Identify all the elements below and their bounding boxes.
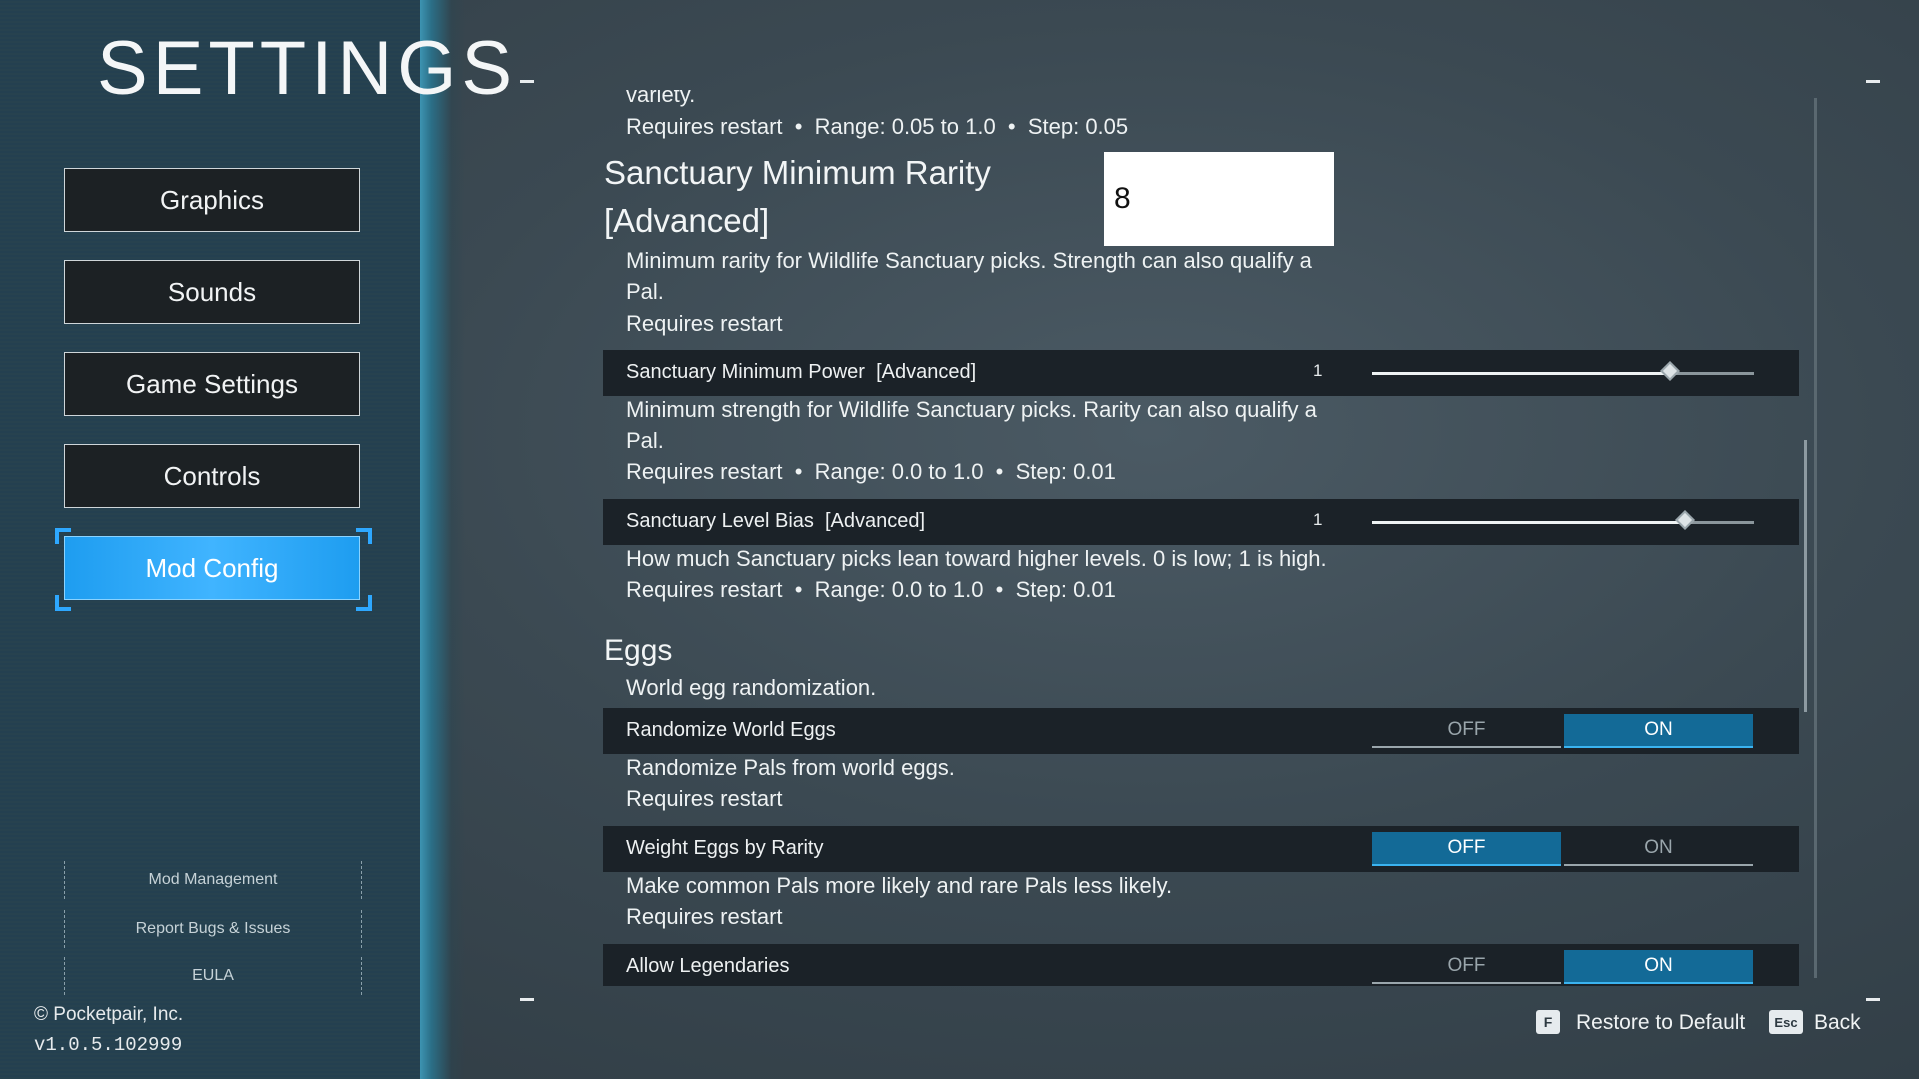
allow-legendaries-off-toggle[interactable]: OFF bbox=[1372, 950, 1561, 984]
power-description: Minimum strength for Wildlife Sanctuary … bbox=[626, 397, 1317, 422]
nav-mod-config-button[interactable]: Mod Config bbox=[64, 536, 360, 600]
setting-meta: Requires restart • Range: 0.05 to 1.0 • … bbox=[626, 114, 1129, 139]
frame-corner-mark bbox=[1866, 998, 1880, 1001]
randomize-eggs-off-toggle[interactable]: OFF bbox=[1372, 714, 1561, 748]
level-bias-description: How much Sanctuary picks lean toward hig… bbox=[626, 546, 1327, 571]
eggs-section-header: Eggs bbox=[604, 634, 673, 667]
selection-corner bbox=[55, 528, 71, 544]
power-description-cont: Pal. bbox=[626, 428, 664, 453]
f-key-icon: F bbox=[1536, 1010, 1560, 1034]
mod-management-button[interactable]: Mod Management bbox=[64, 861, 362, 899]
level-bias-slider-handle[interactable] bbox=[1675, 510, 1695, 530]
rarity-description-cont: Pal. bbox=[626, 279, 664, 304]
power-slider[interactable] bbox=[1372, 361, 1754, 381]
nav-sounds-button[interactable]: Sounds bbox=[64, 260, 360, 324]
cut-description: variety. bbox=[626, 90, 696, 107]
nav-game-settings-button[interactable]: Game Settings bbox=[64, 352, 360, 416]
selection-corner bbox=[356, 595, 372, 611]
weight-eggs-description: Make common Pals more likely and rare Pa… bbox=[626, 873, 1173, 898]
power-label: Sanctuary Minimum Power [Advanced] bbox=[626, 361, 977, 383]
nav-controls-button[interactable]: Controls bbox=[64, 444, 360, 508]
randomize-eggs-on-toggle[interactable]: ON bbox=[1564, 714, 1753, 748]
level-bias-meta: Requires restart • Range: 0.0 to 1.0 • S… bbox=[626, 577, 1116, 602]
report-bugs-button[interactable]: Report Bugs & Issues bbox=[64, 910, 362, 948]
weight-eggs-row[interactable]: Weight Eggs by Rarity OFF ON bbox=[603, 826, 1799, 872]
scrollbar-track[interactable] bbox=[1814, 98, 1817, 978]
level-bias-label: Sanctuary Level Bias [Advanced] bbox=[626, 510, 926, 532]
sidebar-edge-glow bbox=[420, 0, 465, 1079]
eggs-section-subtitle: World egg randomization. bbox=[626, 675, 877, 700]
allow-legendaries-label: Allow Legendaries bbox=[626, 955, 790, 977]
rarity-meta: Requires restart bbox=[626, 311, 783, 336]
randomize-eggs-description: Randomize Pals from world eggs. bbox=[626, 755, 955, 780]
power-value: 1 bbox=[1313, 361, 1323, 380]
selection-corner bbox=[356, 528, 372, 544]
level-bias-slider[interactable] bbox=[1372, 510, 1754, 530]
rarity-value-input[interactable]: 8 bbox=[1104, 152, 1334, 246]
frame-corner-mark bbox=[520, 998, 534, 1001]
randomize-eggs-meta: Requires restart bbox=[626, 786, 783, 811]
level-bias-value: 1 bbox=[1313, 510, 1323, 529]
rarity-description: Minimum rarity for Wildlife Sanctuary pi… bbox=[626, 248, 1312, 273]
rarity-title: Sanctuary Minimum Rarity bbox=[604, 154, 991, 191]
allow-legendaries-on-toggle[interactable]: ON bbox=[1564, 950, 1753, 984]
power-setting-row[interactable]: Sanctuary Minimum Power [Advanced] 1 bbox=[603, 350, 1799, 396]
weight-eggs-label: Weight Eggs by Rarity bbox=[626, 837, 824, 859]
allow-legendaries-row[interactable]: Allow Legendaries OFF ON bbox=[603, 944, 1799, 986]
scrollbar-thumb[interactable] bbox=[1804, 440, 1807, 712]
power-meta: Requires restart • Range: 0.0 to 1.0 • S… bbox=[626, 459, 1116, 484]
power-slider-fill bbox=[1372, 372, 1670, 375]
selection-corner bbox=[55, 595, 71, 611]
frame-corner-mark bbox=[1866, 80, 1880, 83]
level-bias-setting-row[interactable]: Sanctuary Level Bias [Advanced] 1 bbox=[603, 499, 1799, 545]
rarity-title-suffix: [Advanced] bbox=[604, 202, 770, 239]
randomize-eggs-row[interactable]: Randomize World Eggs OFF ON bbox=[603, 708, 1799, 754]
nav-graphics-button[interactable]: Graphics bbox=[64, 168, 360, 232]
level-bias-slider-fill bbox=[1372, 521, 1685, 524]
esc-key-icon: Esc bbox=[1769, 1010, 1803, 1034]
randomize-eggs-label: Randomize World Eggs bbox=[626, 719, 836, 741]
version-text: v1.0.5.102999 bbox=[34, 1034, 183, 1056]
weight-eggs-on-toggle[interactable]: ON bbox=[1564, 832, 1753, 866]
settings-list: variety. Requires restart • Range: 0.05 … bbox=[603, 90, 1803, 986]
frame-corner-mark bbox=[520, 80, 534, 83]
page-title: SETTINGS bbox=[97, 26, 518, 111]
weight-eggs-off-toggle[interactable]: OFF bbox=[1372, 832, 1561, 866]
back-button[interactable]: Back bbox=[1814, 1011, 1861, 1035]
copyright-text: © Pocketpair, Inc. bbox=[34, 1004, 184, 1025]
eula-button[interactable]: EULA bbox=[64, 957, 362, 995]
power-slider-handle[interactable] bbox=[1660, 361, 1680, 381]
weight-eggs-meta: Requires restart bbox=[626, 904, 783, 929]
restore-default-button[interactable]: Restore to Default bbox=[1576, 1011, 1745, 1035]
